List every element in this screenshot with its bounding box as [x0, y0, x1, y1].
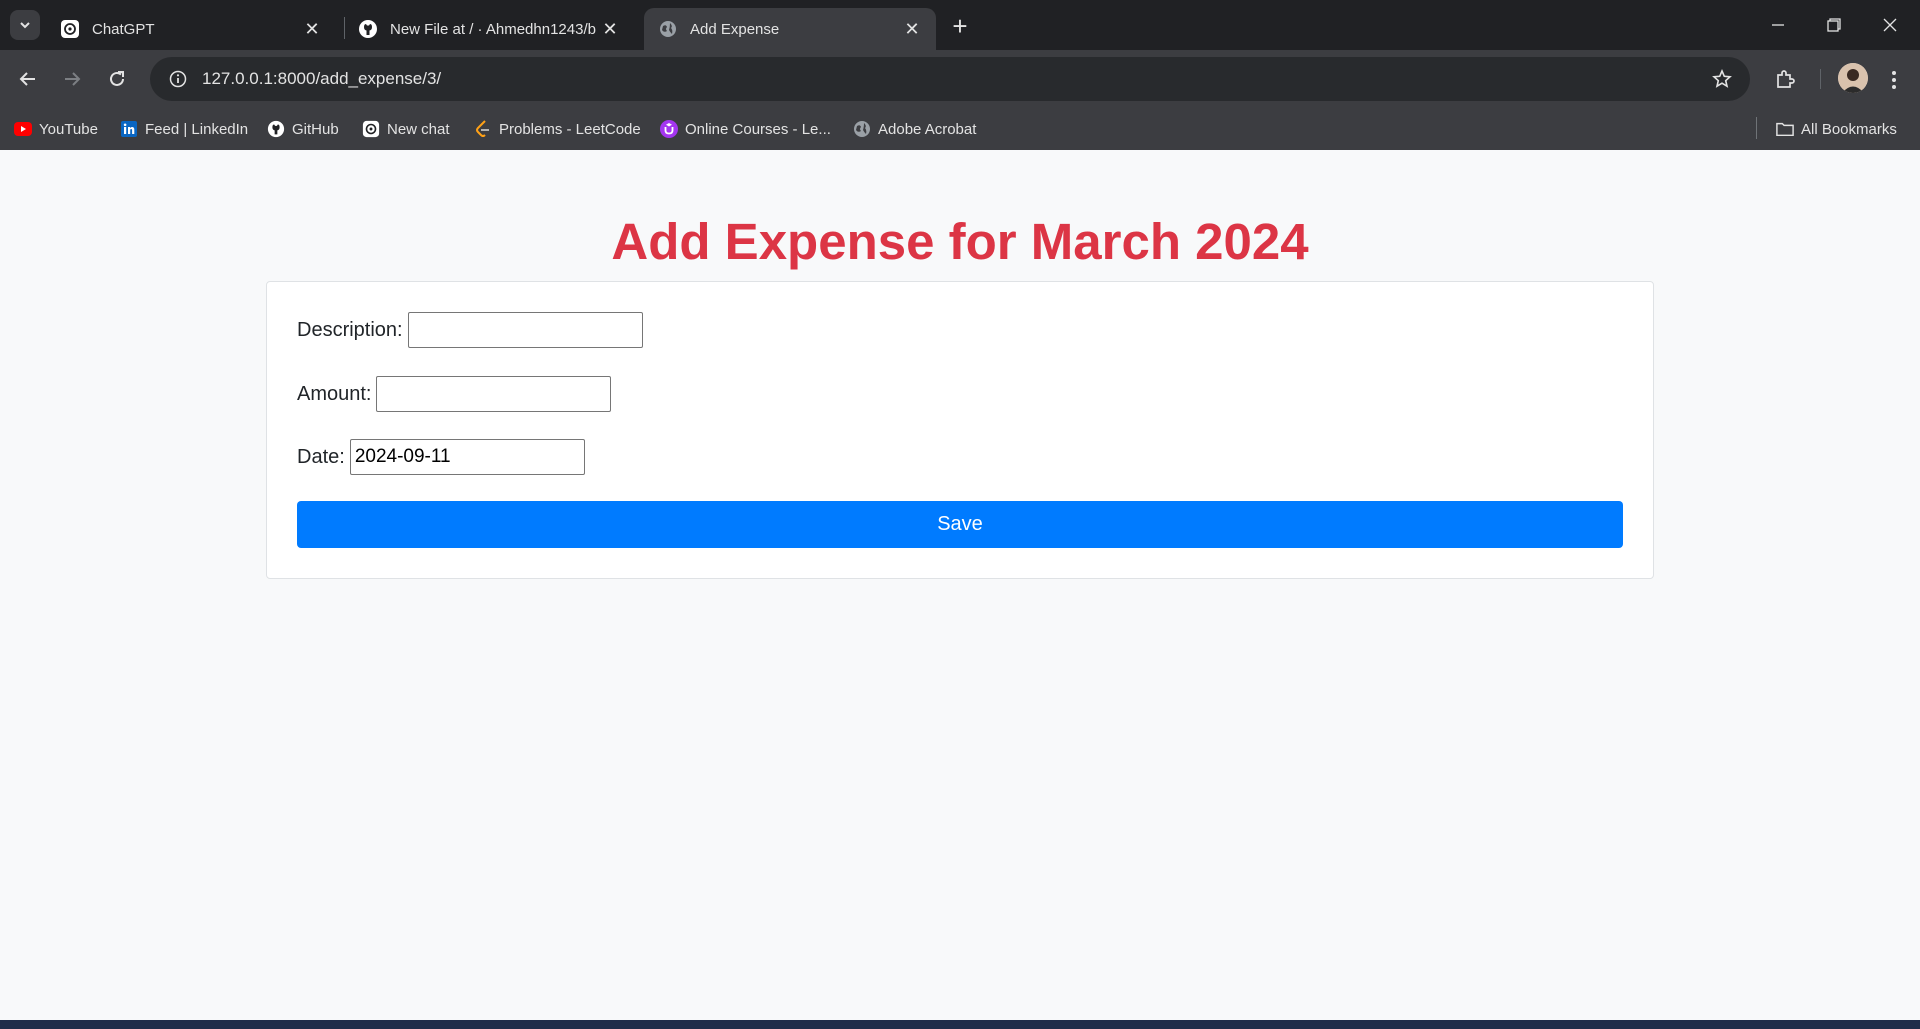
amount-input[interactable]: [376, 376, 612, 412]
browser-toolbar: 127.0.0.1:8000/add_expense/3/: [0, 50, 1920, 108]
bookmarks-bar: YouTube Feed | LinkedIn GitHub New chat …: [0, 108, 1920, 150]
page-viewport: Add Expense for March 2024 Description: …: [0, 150, 1920, 1020]
github-icon: [358, 19, 378, 39]
toolbar-divider: [1820, 69, 1821, 89]
description-row: Description:: [297, 312, 643, 348]
bookmark-linkedin[interactable]: Feed | LinkedIn: [120, 116, 248, 142]
youtube-icon: [14, 120, 32, 138]
restore-icon[interactable]: [1814, 8, 1854, 42]
bookmark-udemy[interactable]: Online Courses - Le...: [660, 116, 831, 142]
folder-icon: [1776, 120, 1794, 138]
close-icon[interactable]: ✕: [902, 19, 922, 39]
linkedin-icon: [120, 120, 138, 138]
bookmark-star-icon[interactable]: [1702, 59, 1742, 99]
forward-arrow-icon[interactable]: [56, 63, 88, 95]
chevron-down-icon: [20, 22, 30, 29]
page-title: Add Expense for March 2024: [611, 213, 1309, 270]
udemy-icon: [660, 120, 678, 138]
bookmark-adobe-acrobat[interactable]: Adobe Acrobat: [853, 116, 976, 142]
reload-icon[interactable]: [101, 63, 133, 95]
tab-github[interactable]: New File at / · Ahmedhn1243/b ✕: [344, 8, 634, 50]
bookmark-label: Online Courses - Le...: [685, 120, 831, 138]
date-label: Date:: [297, 445, 345, 468]
minimize-icon[interactable]: [1758, 8, 1798, 42]
github-icon: [267, 120, 285, 138]
expense-form: Description: Amount: Date: Save: [266, 281, 1654, 579]
save-button[interactable]: Save: [297, 501, 1623, 548]
extensions-puzzle-icon[interactable]: [1768, 63, 1802, 97]
amount-row: Amount:: [297, 376, 612, 412]
tab-chatgpt[interactable]: ChatGPT ✕: [46, 8, 336, 50]
date-input[interactable]: [349, 439, 585, 475]
bookmark-label: Adobe Acrobat: [878, 120, 977, 138]
description-label: Description:: [297, 318, 403, 341]
amount-label: Amount:: [297, 382, 372, 405]
os-taskbar-edge: [0, 1020, 1920, 1029]
site-info-icon[interactable]: [156, 57, 200, 101]
tab-add-expense[interactable]: Add Expense ✕: [644, 8, 936, 50]
bookmarks-divider: [1756, 117, 1757, 139]
all-bookmarks-label: All Bookmarks: [1801, 120, 1897, 138]
tab-search-button[interactable]: [10, 10, 40, 40]
openai-icon: [60, 19, 80, 39]
openai-icon: [362, 120, 380, 138]
close-icon[interactable]: ✕: [600, 19, 620, 39]
bookmark-label: Feed | LinkedIn: [145, 120, 249, 138]
window-close-icon[interactable]: [1870, 8, 1910, 42]
bookmark-label: YouTube: [39, 120, 98, 138]
bookmark-leetcode[interactable]: Problems - LeetCode: [474, 116, 641, 142]
date-row: Date:: [297, 439, 585, 475]
tab-title: New File at / · Ahmedhn1243/b: [390, 20, 596, 38]
new-tab-plus-icon[interactable]: +: [944, 11, 976, 41]
globe-icon: [853, 120, 871, 138]
leetcode-icon: [474, 120, 492, 138]
tab-title: ChatGPT: [92, 20, 155, 38]
tab-title: Add Expense: [690, 20, 780, 38]
bookmark-github[interactable]: GitHub: [267, 116, 339, 142]
bookmark-label: GitHub: [292, 120, 339, 138]
bookmark-youtube[interactable]: YouTube: [14, 116, 98, 142]
back-arrow-icon[interactable]: [12, 63, 44, 95]
bookmark-label: New chat: [387, 120, 450, 138]
menu-kebab-icon[interactable]: [1877, 63, 1911, 97]
all-bookmarks-button[interactable]: All Bookmarks: [1776, 116, 1897, 142]
url-text[interactable]: 127.0.0.1:8000/add_expense/3/: [202, 69, 1702, 89]
bookmark-label: Problems - LeetCode: [499, 120, 641, 138]
close-icon[interactable]: ✕: [302, 19, 322, 39]
tab-strip: ChatGPT ✕ New File at / · Ahmedhn1243/b …: [0, 0, 1920, 50]
bookmark-new-chat[interactable]: New chat: [362, 116, 450, 142]
description-input[interactable]: [407, 312, 643, 348]
address-bar[interactable]: 127.0.0.1:8000/add_expense/3/: [150, 57, 1750, 101]
globe-icon: [658, 19, 678, 39]
profile-avatar[interactable]: [1838, 63, 1868, 93]
